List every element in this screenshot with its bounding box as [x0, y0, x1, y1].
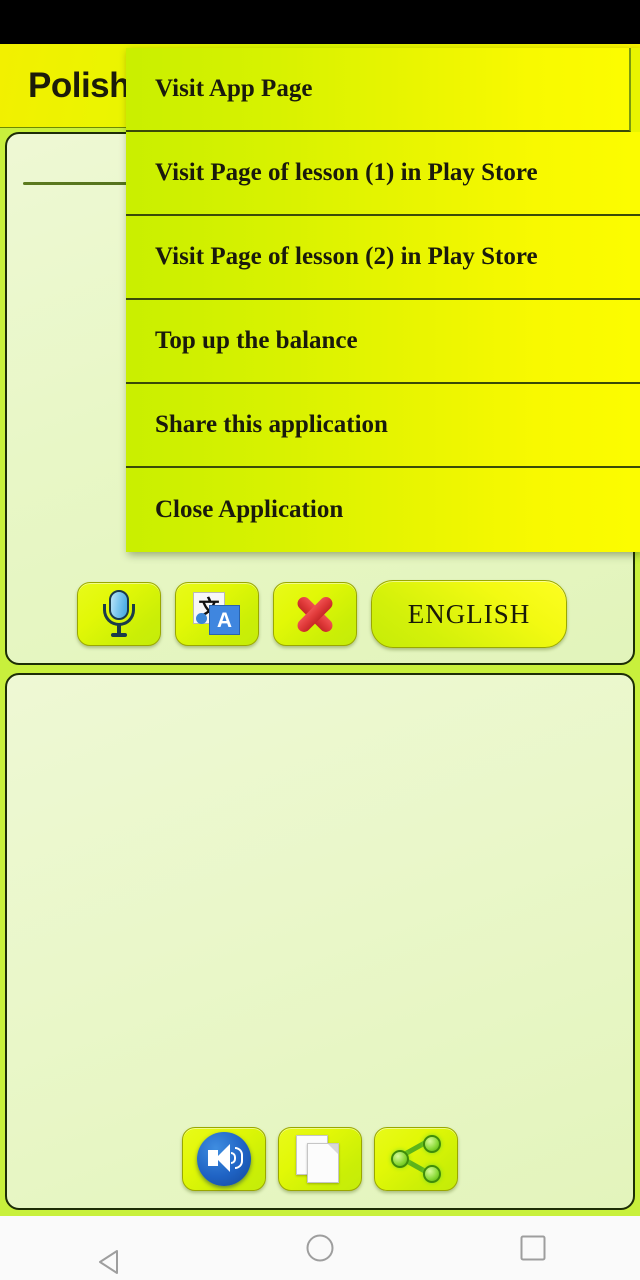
- nav-back-button[interactable]: [52, 1216, 162, 1280]
- menu-item-close-application[interactable]: Close Application: [126, 468, 640, 552]
- recents-square-icon: [519, 1234, 547, 1262]
- menu-item-lesson-1-play-store[interactable]: Visit Page of lesson (1) in Play Store: [126, 132, 640, 216]
- output-action-row: [7, 1120, 633, 1198]
- menu-item-label: Close Application: [155, 496, 344, 523]
- language-button[interactable]: ENGLISH: [371, 580, 567, 648]
- voice-input-button[interactable]: [77, 582, 161, 646]
- android-nav-bar: [0, 1216, 640, 1280]
- speak-button[interactable]: [182, 1127, 266, 1191]
- red-x-icon: [290, 589, 340, 639]
- menu-item-visit-app-page[interactable]: Visit App Page: [126, 48, 631, 132]
- source-action-row: 文 A ENGLISH: [7, 575, 637, 653]
- page-title: Polish: [28, 65, 131, 105]
- overflow-menu: Visit App Page Visit Page of lesson (1) …: [126, 48, 640, 552]
- menu-item-label: Visit Page of lesson (1) in Play Store: [155, 159, 538, 186]
- menu-item-share-application[interactable]: Share this application: [126, 384, 640, 468]
- share-button[interactable]: [374, 1127, 458, 1191]
- clear-text-button[interactable]: [273, 582, 357, 646]
- menu-item-lesson-2-play-store[interactable]: Visit Page of lesson (2) in Play Store: [126, 216, 640, 300]
- menu-item-label: Top up the balance: [155, 327, 358, 354]
- nav-recents-button[interactable]: [478, 1216, 588, 1280]
- menu-item-label: Share this application: [155, 411, 388, 438]
- nav-home-button[interactable]: [265, 1216, 375, 1280]
- menu-item-label: Visit App Page: [155, 75, 313, 102]
- microphone-icon: [102, 590, 136, 638]
- menu-item-top-up-balance[interactable]: Top up the balance: [126, 300, 640, 384]
- back-triangle-icon: [96, 1234, 118, 1274]
- app-screen: Polish 文 A: [0, 0, 640, 1280]
- translate-icon: 文 A: [193, 592, 241, 636]
- translate-button[interactable]: 文 A: [175, 582, 259, 646]
- copy-icon: [296, 1135, 344, 1183]
- share-icon: [391, 1135, 441, 1183]
- speaker-icon: [197, 1132, 251, 1186]
- language-button-label: ENGLISH: [407, 598, 531, 629]
- status-bar: [0, 0, 640, 44]
- copy-button[interactable]: [278, 1127, 362, 1191]
- menu-item-label: Visit Page of lesson (2) in Play Store: [155, 243, 538, 270]
- home-circle-icon: [305, 1233, 335, 1263]
- translated-text-panel: [5, 673, 635, 1210]
